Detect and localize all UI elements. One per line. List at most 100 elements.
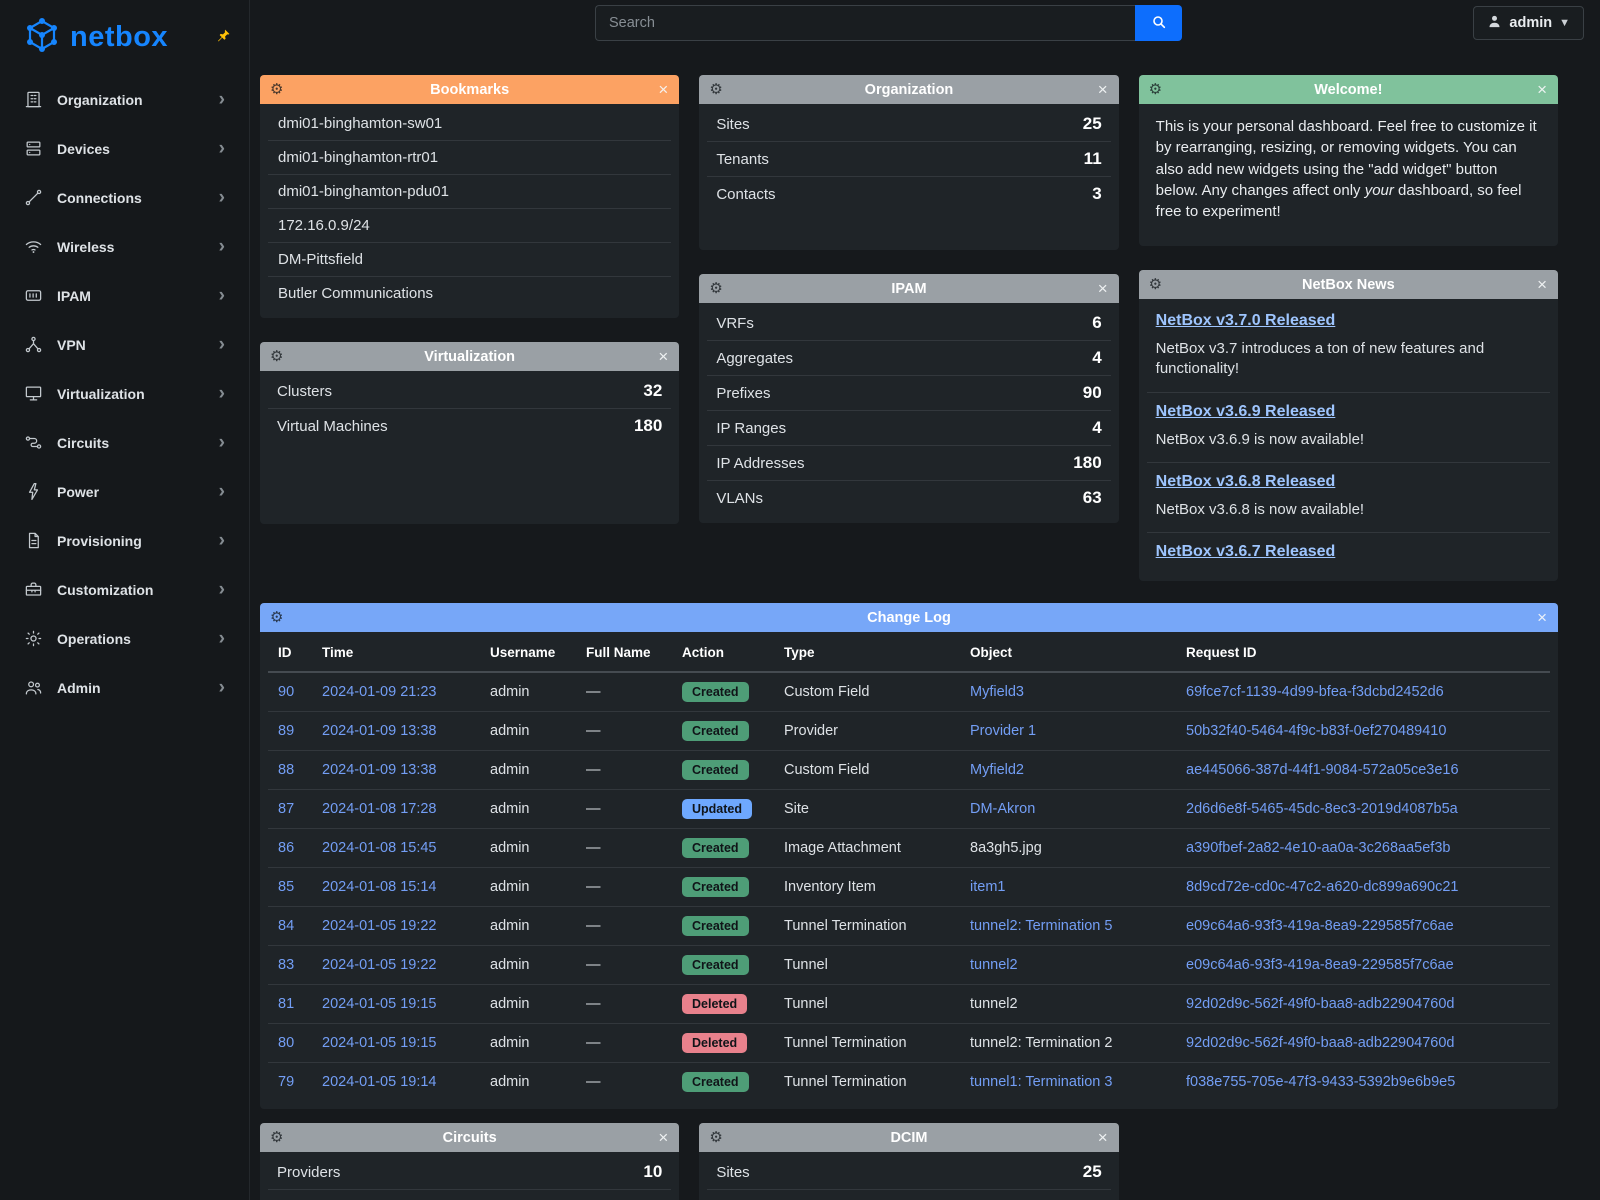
widget-close-icon[interactable]: ×: [658, 342, 668, 371]
log-time-link[interactable]: 2024-01-08 17:28: [322, 801, 437, 817]
widget-config-icon[interactable]: ⚙: [270, 603, 283, 632]
log-object-link[interactable]: Myfield2: [970, 762, 1024, 778]
log-object-link[interactable]: item1: [970, 879, 1005, 895]
stat-value[interactable]: 4: [1092, 418, 1101, 438]
widget-close-icon[interactable]: ×: [1537, 75, 1547, 104]
widget-config-icon[interactable]: ⚙: [709, 274, 722, 303]
sidebar-item-provisioning[interactable]: Provisioning ›: [0, 516, 249, 565]
stat-value[interactable]: 180: [634, 416, 662, 436]
news-title-link[interactable]: NetBox v3.6.9 Released: [1156, 403, 1336, 420]
stat-value[interactable]: 3: [1092, 184, 1101, 204]
sidebar-item-ipam[interactable]: IPAM ›: [0, 271, 249, 320]
stat-value[interactable]: 63: [1083, 488, 1102, 508]
bookmark-link[interactable]: DM-Pittsfield: [268, 243, 671, 277]
log-id-link[interactable]: 80: [278, 1035, 294, 1051]
widget-config-icon[interactable]: ⚙: [709, 75, 722, 104]
sidebar-item-vpn[interactable]: VPN ›: [0, 320, 249, 369]
log-id-link[interactable]: 83: [278, 957, 294, 973]
log-request-id-link[interactable]: 8d9cd72e-cd0c-47c2-a620-dc899a690c21: [1186, 879, 1458, 895]
widget-close-icon[interactable]: ×: [658, 75, 668, 104]
log-request-id-link[interactable]: 92d02d9c-562f-49f0-baa8-adb22904760d: [1186, 1035, 1454, 1051]
widget-config-icon[interactable]: ⚙: [270, 342, 283, 371]
pin-sidebar-icon[interactable]: [216, 28, 231, 47]
log-object-link[interactable]: Myfield3: [970, 684, 1024, 700]
widget-config-icon[interactable]: ⚙: [709, 1123, 722, 1152]
widget-config-icon[interactable]: ⚙: [1149, 270, 1162, 299]
search-input[interactable]: [595, 5, 1135, 41]
widget-config-icon[interactable]: ⚙: [270, 1123, 283, 1152]
widget-close-icon[interactable]: ×: [1537, 270, 1547, 299]
widget-close-icon[interactable]: ×: [1537, 603, 1547, 632]
sidebar-item-virtualization[interactable]: Virtualization ›: [0, 369, 249, 418]
bookmark-link[interactable]: Butler Communications: [268, 277, 671, 310]
stat-value[interactable]: 180: [1073, 453, 1101, 473]
log-object-link[interactable]: tunnel2: Termination 5: [970, 918, 1112, 934]
widget-close-icon[interactable]: ×: [1098, 274, 1108, 303]
log-time-link[interactable]: 2024-01-09 13:38: [322, 723, 437, 739]
log-id-link[interactable]: 89: [278, 723, 294, 739]
user-menu-button[interactable]: admin ▼: [1473, 6, 1584, 40]
log-time-link[interactable]: 2024-01-05 19:22: [322, 957, 437, 973]
bookmark-link[interactable]: dmi01-binghamton-rtr01: [268, 141, 671, 175]
sidebar-item-power[interactable]: Power ›: [0, 467, 249, 516]
sidebar-item-customization[interactable]: Customization ›: [0, 565, 249, 614]
log-request-id-link[interactable]: 50b32f40-5464-4f9c-b83f-0ef270489410: [1186, 723, 1446, 739]
sidebar-item-operations[interactable]: Operations ›: [0, 614, 249, 663]
log-time-link[interactable]: 2024-01-08 15:14: [322, 879, 437, 895]
bookmark-link[interactable]: dmi01-binghamton-sw01: [268, 107, 671, 141]
news-title-link[interactable]: NetBox v3.6.7 Released: [1156, 543, 1336, 560]
bookmark-link[interactable]: 172.16.0.9/24: [268, 209, 671, 243]
log-request-id-link[interactable]: 92d02d9c-562f-49f0-baa8-adb22904760d: [1186, 996, 1454, 1012]
log-request-id-link[interactable]: 2d6d6e8f-5465-45dc-8ec3-2019d4087b5a: [1186, 801, 1458, 817]
sidebar-item-devices[interactable]: Devices ›: [0, 124, 249, 173]
log-id-link[interactable]: 90: [278, 684, 294, 700]
sidebar-item-circuits[interactable]: Circuits ›: [0, 418, 249, 467]
log-time-link[interactable]: 2024-01-08 15:45: [322, 840, 437, 856]
log-time-link[interactable]: 2024-01-05 19:14: [322, 1074, 437, 1090]
log-time-link[interactable]: 2024-01-05 19:15: [322, 1035, 437, 1051]
log-time-link[interactable]: 2024-01-05 19:22: [322, 918, 437, 934]
log-request-id-link[interactable]: a390fbef-2a82-4e10-aa0a-3c268aa5ef3b: [1186, 840, 1450, 856]
widget-config-icon[interactable]: ⚙: [1149, 75, 1162, 104]
log-id-link[interactable]: 88: [278, 762, 294, 778]
log-request-id-link[interactable]: f038e755-705e-47f3-9433-5392b9e6b9e5: [1186, 1074, 1455, 1090]
news-title-link[interactable]: NetBox v3.7.0 Released: [1156, 312, 1336, 329]
log-time-link[interactable]: 2024-01-09 13:38: [322, 762, 437, 778]
stat-value[interactable]: 6: [1092, 313, 1101, 333]
stat-value[interactable]: 10: [643, 1162, 662, 1182]
sidebar-item-admin[interactable]: Admin ›: [0, 663, 249, 712]
log-request-id-link[interactable]: ae445066-387d-44f1-9084-572a05ce3e16: [1186, 762, 1459, 778]
stat-value[interactable]: 32: [643, 381, 662, 401]
log-id-link[interactable]: 81: [278, 996, 294, 1012]
log-id-link[interactable]: 85: [278, 879, 294, 895]
widget-close-icon[interactable]: ×: [658, 1123, 668, 1152]
log-id-link[interactable]: 86: [278, 840, 294, 856]
stat-value[interactable]: 90: [1083, 383, 1102, 403]
widget-close-icon[interactable]: ×: [1098, 75, 1108, 104]
log-object-link[interactable]: Provider 1: [970, 723, 1036, 739]
search-button[interactable]: [1135, 5, 1182, 41]
netbox-logo-icon[interactable]: [22, 16, 62, 60]
stat-value[interactable]: 4: [1092, 348, 1101, 368]
widget-config-icon[interactable]: ⚙: [270, 75, 283, 104]
log-request-id-link[interactable]: e09c64a6-93f3-419a-8ea9-229585f7c6ae: [1186, 957, 1454, 973]
stat-value[interactable]: 25: [1083, 1162, 1102, 1182]
netbox-logo-text[interactable]: netbox: [70, 21, 168, 54]
stat-value[interactable]: 11: [1084, 149, 1102, 169]
log-id-link[interactable]: 79: [278, 1074, 294, 1090]
log-request-id-link[interactable]: 69fce7cf-1139-4d99-bfea-f3dcbd2452d6: [1186, 684, 1444, 700]
widget-close-icon[interactable]: ×: [1098, 1123, 1108, 1152]
log-id-link[interactable]: 87: [278, 801, 294, 817]
log-id-link[interactable]: 84: [278, 918, 294, 934]
log-time-link[interactable]: 2024-01-09 21:23: [322, 684, 437, 700]
log-object-link[interactable]: tunnel1: Termination 3: [970, 1074, 1112, 1090]
news-title-link[interactable]: NetBox v3.6.8 Released: [1156, 473, 1336, 490]
stat-value[interactable]: 25: [1083, 114, 1102, 134]
sidebar-item-organization[interactable]: Organization ›: [0, 75, 249, 124]
log-object-link[interactable]: DM-Akron: [970, 801, 1035, 817]
sidebar-item-wireless[interactable]: Wireless ›: [0, 222, 249, 271]
sidebar-item-connections[interactable]: Connections ›: [0, 173, 249, 222]
log-time-link[interactable]: 2024-01-05 19:15: [322, 996, 437, 1012]
log-request-id-link[interactable]: e09c64a6-93f3-419a-8ea9-229585f7c6ae: [1186, 918, 1454, 934]
log-object-link[interactable]: tunnel2: [970, 957, 1018, 973]
